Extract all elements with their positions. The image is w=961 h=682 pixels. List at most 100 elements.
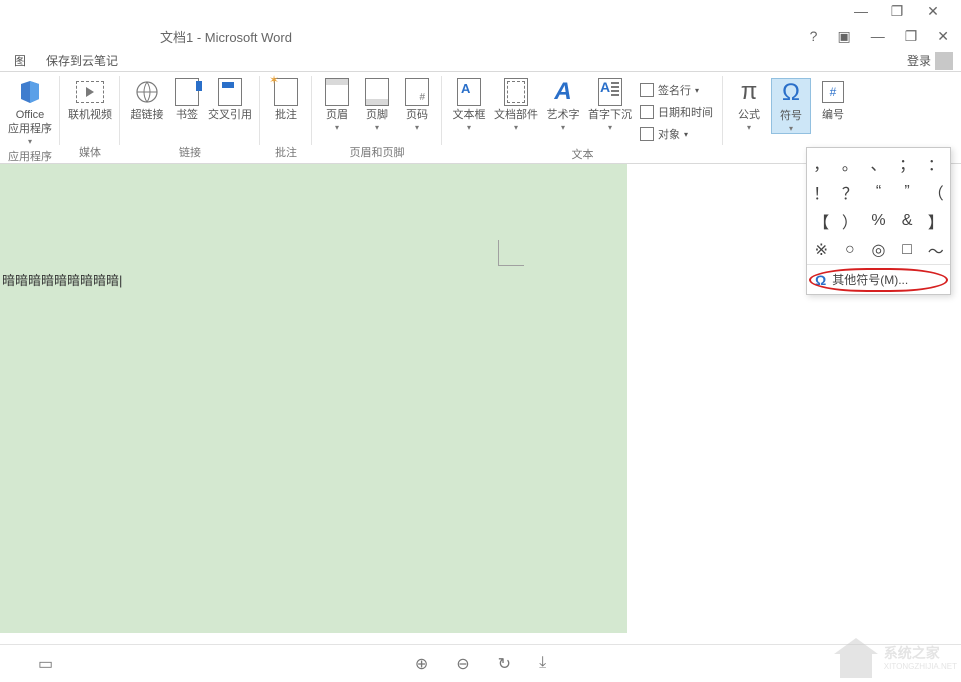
hyperlink-label: 超链接 [131,108,164,122]
outer-restore-button[interactable]: ❐ [887,3,907,20]
tab-save-cloud[interactable]: 保存到云笔记 [36,50,128,71]
ribbon-tabs: 图 保存到云笔记 登录 [0,50,961,72]
symbol-button[interactable]: Ω 符号 ▾ [771,78,811,134]
close-button[interactable]: ✕ [933,28,953,45]
symbol-cell[interactable]: 、 [864,148,893,177]
textbox-label: 文本框 [453,108,486,122]
help-button[interactable]: ? [806,28,822,44]
caret-icon: ▾ [467,123,471,132]
more-symbols-button[interactable]: Ω 其他符号(M)... [807,264,950,294]
restore-button[interactable]: ❐ [901,28,922,45]
symbol-dropdown-panel: ，。、；： ！？“”（ 【）%&】 ※○◎□～ Ω 其他符号(M)... [806,147,951,295]
symbol-cell[interactable]: 。 [836,148,865,177]
pagenumber-label: 页码 [406,108,428,122]
crossref-icon [216,78,244,106]
symbol-cell[interactable]: （ [921,177,950,206]
outer-close-button[interactable]: ✕ [923,3,943,20]
ribbon-group-media: 联机视频 媒体 [60,72,120,163]
download-button[interactable]: ⤓ [539,654,546,674]
hyperlink-button[interactable]: 超链接 [126,78,168,122]
calendar-icon [640,105,654,119]
caret-icon: ▾ [375,123,379,132]
wordart-button[interactable]: A 艺术字 ▾ [542,78,584,132]
footer-button[interactable]: 页脚 ▾ [358,78,396,132]
title-bar: 文档1 - Microsoft Word ? ▣ — ❐ ✕ [0,22,961,50]
object-button[interactable]: 对象▾ [640,124,713,144]
caret-icon: ▾ [747,123,751,132]
online-video-button[interactable]: 联机视频 [66,78,114,122]
outer-minimize-button[interactable]: — [851,3,871,19]
number-button[interactable]: # 编号 [813,78,853,122]
symbol-cell[interactable]: % [864,206,893,235]
ribbon-group-app: Office 应用程序 ▾ 应用程序 [0,72,60,163]
crossref-button[interactable]: 交叉引用 [206,78,254,122]
refresh-button[interactable]: ↻ [498,654,511,674]
pagenumber-button[interactable]: # 页码 ▾ [398,78,436,132]
signature-button[interactable]: 签名行▾ [640,80,713,100]
caret-icon: ▾ [415,123,419,132]
omega-small-icon: Ω [815,272,826,288]
textbox-button[interactable]: A 文本框 ▾ [448,78,490,132]
symbol-cell[interactable]: ◎ [864,235,893,264]
symbol-label: 符号 [780,109,802,123]
symbol-cell[interactable]: ” [893,177,922,206]
symbol-cell[interactable]: & [893,206,922,235]
group-label-headerfooter: 页眉和页脚 [318,142,436,163]
group-label-comments: 批注 [266,142,306,163]
bookmark-label: 书签 [176,108,198,122]
globe-icon [133,78,161,106]
comment-button[interactable]: ✶ 批注 [266,78,306,122]
header-label: 页眉 [326,108,348,122]
footer-icon [363,78,391,106]
signature-icon [640,83,654,97]
symbol-cell[interactable]: ～ [921,235,950,264]
wordart-icon: A [549,78,577,106]
dropcap-button[interactable]: A 首字下沉 ▾ [586,78,634,132]
document-text[interactable]: 暗暗暗暗暗暗暗暗暗| [2,270,122,289]
symbol-cell[interactable]: ！ [807,177,836,206]
caret-icon: ▾ [514,123,518,132]
symbol-cell[interactable]: ） [836,206,865,235]
symbol-cell[interactable]: ： [921,148,950,177]
equation-button[interactable]: π 公式 ▾ [729,78,769,132]
zoom-in-button[interactable]: ⊕ [415,654,428,674]
symbol-cell[interactable]: 【 [807,206,836,235]
zoom-out-button[interactable]: ⊖ [456,654,469,674]
document-page[interactable]: 暗暗暗暗暗暗暗暗暗| [0,164,627,633]
user-avatar-icon[interactable] [935,52,953,70]
object-icon [640,127,654,141]
login-link[interactable]: 登录 [907,52,931,69]
textbox-icon: A [455,78,483,106]
symbol-cell[interactable]: 】 [921,206,950,235]
minimize-button[interactable]: — [867,28,889,44]
header-icon [323,78,351,106]
view-layout-button[interactable]: ▭ [38,656,53,673]
tab-view[interactable]: 图 [4,50,36,71]
dropcap-icon: A [596,78,624,106]
symbol-cell[interactable]: “ [864,177,893,206]
symbol-cell[interactable]: ？ [836,177,865,206]
group-label-text: 文本 [448,144,717,165]
docparts-button[interactable]: 文档部件 ▾ [492,78,540,132]
symbol-cell[interactable]: ； [893,148,922,177]
dropcap-label: 首字下沉 [588,108,632,122]
datetime-button[interactable]: 日期和时间 [640,102,713,122]
office-app-label: Office 应用程序 [8,108,52,136]
caret-icon: ▾ [561,123,565,132]
ribbon-options-button[interactable]: ▣ [833,28,854,45]
group-label-links: 链接 [126,142,254,163]
office-app-button[interactable]: Office 应用程序 ▾ [6,78,54,146]
comment-label: 批注 [275,108,297,122]
bookmark-button[interactable]: 书签 [170,78,204,122]
pagenumber-icon: # [403,78,431,106]
ribbon-group-headerfooter: 页眉 ▾ 页脚 ▾ # 页码 ▾ 页眉和页脚 [312,72,442,163]
outer-window-controls: — ❐ ✕ [851,0,961,22]
symbol-cell[interactable]: ※ [807,235,836,264]
more-symbols-label: 其他符号(M)... [832,271,908,288]
symbol-cell[interactable]: ， [807,148,836,177]
header-button[interactable]: 页眉 ▾ [318,78,356,132]
omega-icon: Ω [777,79,805,107]
crossref-label: 交叉引用 [208,108,252,122]
symbol-cell[interactable]: □ [893,235,922,264]
symbol-cell[interactable]: ○ [836,235,865,264]
